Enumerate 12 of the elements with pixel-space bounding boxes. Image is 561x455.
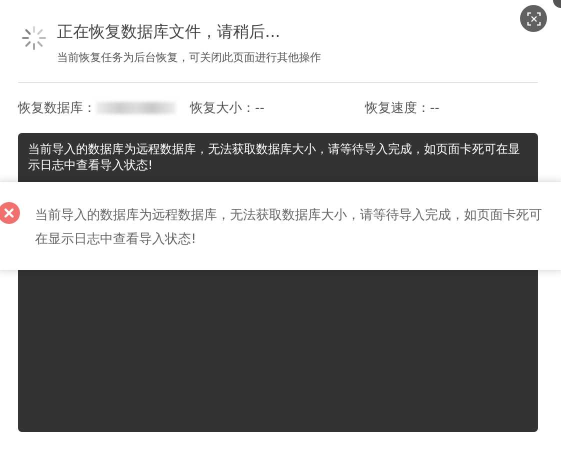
loading-spinner-icon [21,25,47,51]
log-message: 当前导入的数据库为远程数据库，无法获取数据库大小，请等待导入完成，如页面卡死可在显示日志中查看导入状态! [28,141,521,173]
info-value: -- [255,100,264,116]
info-label: 恢复速度： [365,100,430,117]
loading-title: 正在恢复数据库文件，请稍后... [57,22,282,42]
info-value: -- [430,100,440,116]
loading-subtitle: 当前恢复任务为后台恢复，可关闭此页面进行其他操作 [57,50,321,65]
info-label: 恢复数据库： [18,100,96,117]
toast-message: 当前导入的数据库为远程数据库，无法获取数据库大小，请等待导入完成，如页面卡死可在显示日志中查看导入状态! [35,207,543,249]
fullscreen-button[interactable] [520,5,547,32]
info-label: 恢复大小： [190,100,255,117]
fullscreen-icon [526,12,540,26]
